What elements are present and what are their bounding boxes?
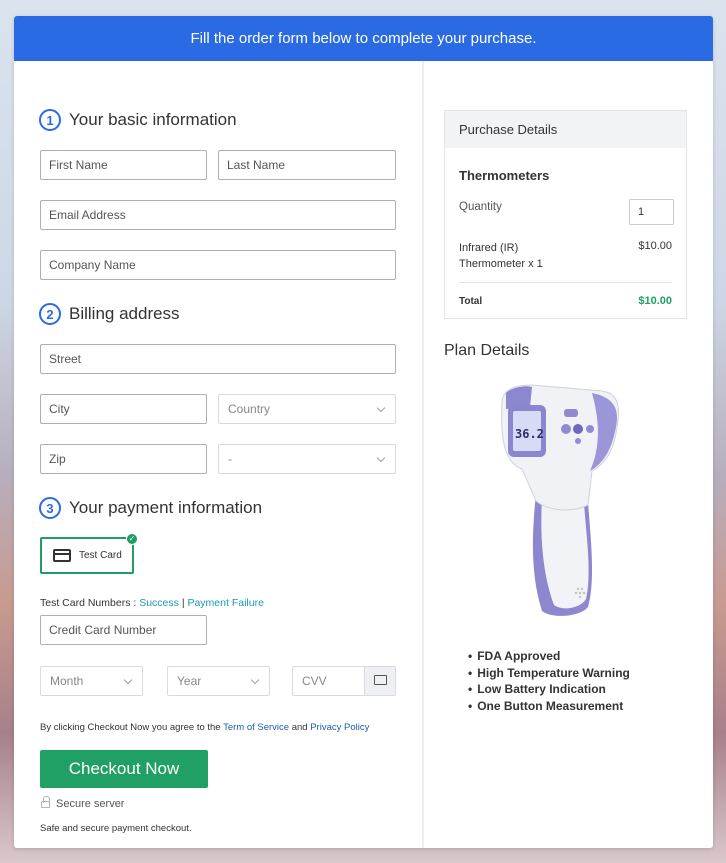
total-value: $10.00 bbox=[638, 295, 672, 307]
cvv-placeholder: CVV bbox=[302, 674, 327, 688]
top-banner: Fill the order form below to complete yo… bbox=[14, 16, 713, 61]
chevron-down-icon bbox=[376, 453, 386, 463]
checkout-card: Fill the order form below to complete yo… bbox=[14, 16, 713, 848]
total-divider bbox=[459, 282, 672, 283]
city-input[interactable]: City bbox=[40, 394, 207, 424]
street-input[interactable]: Street bbox=[40, 344, 396, 374]
test-numbers-label: Test Card Numbers : bbox=[40, 597, 137, 609]
plan-features-list: FDA Approved High Temperature Warning Lo… bbox=[468, 649, 630, 716]
success-link[interactable]: Success bbox=[139, 597, 179, 609]
card-icon bbox=[374, 675, 387, 685]
list-item: Low Battery Indication bbox=[468, 682, 630, 699]
last-name-input[interactable]: Last Name bbox=[218, 150, 396, 180]
terms-text: By clicking Checkout Now you agree to th… bbox=[40, 722, 369, 733]
email-input[interactable]: Email Address bbox=[40, 200, 396, 230]
list-item: High Temperature Warning bbox=[468, 666, 630, 683]
test-card-label: Test Card bbox=[79, 550, 122, 561]
chevron-down-icon bbox=[123, 675, 133, 685]
line-item-price: $10.00 bbox=[638, 240, 672, 252]
zip-input[interactable]: Zip bbox=[40, 444, 207, 474]
year-select-value: Year bbox=[177, 674, 202, 688]
terms-of-service-link[interactable]: Term of Service bbox=[223, 722, 289, 733]
safe-checkout-note: Safe and secure payment checkout. bbox=[40, 823, 192, 834]
line-item-line2: Thermometer x 1 bbox=[459, 258, 543, 270]
first-name-input[interactable]: First Name bbox=[40, 150, 207, 180]
cvv-input[interactable]: CVV bbox=[292, 666, 396, 696]
plan-details-title: Plan Details bbox=[444, 342, 530, 359]
section-title-basic: Your basic information bbox=[69, 110, 237, 129]
company-input[interactable]: Company Name bbox=[40, 250, 396, 280]
section-title-billing: Billing address bbox=[69, 304, 180, 323]
section-title-payment: Your payment information bbox=[69, 498, 263, 517]
step-number-1: 1 bbox=[39, 109, 61, 131]
card-number-input[interactable]: Credit Card Number bbox=[40, 615, 207, 645]
year-select[interactable]: Year bbox=[167, 666, 270, 696]
step-number-3: 3 bbox=[39, 497, 61, 519]
cvv-card-icon-box bbox=[364, 667, 395, 695]
section-basic-info: 1 Your basic information bbox=[39, 109, 237, 131]
checkmark-icon: ✓ bbox=[126, 533, 138, 545]
lock-icon bbox=[41, 796, 50, 808]
country-select-value: Country bbox=[228, 402, 271, 416]
state-select-value: - bbox=[228, 452, 232, 466]
checkout-now-button[interactable]: Checkout Now bbox=[40, 750, 208, 788]
month-select[interactable]: Month bbox=[40, 666, 143, 696]
country-select[interactable]: Country bbox=[218, 394, 396, 424]
privacy-policy-link[interactable]: Privacy Policy bbox=[310, 722, 369, 733]
purchase-details-box: Purchase Details Thermometers Quantity 1… bbox=[444, 110, 687, 319]
step-number-2: 2 bbox=[39, 303, 61, 325]
month-select-value: Month bbox=[50, 674, 84, 688]
test-card-option[interactable]: Test Card ✓ bbox=[40, 533, 138, 574]
quantity-input[interactable]: 1 bbox=[629, 199, 674, 225]
link-separator: | bbox=[181, 597, 185, 609]
purchase-details-header: Purchase Details bbox=[445, 111, 686, 148]
product-name: Thermometers bbox=[459, 168, 550, 183]
chevron-down-icon bbox=[250, 675, 260, 685]
state-select[interactable]: - bbox=[218, 444, 396, 474]
section-billing: 2 Billing address bbox=[39, 303, 180, 325]
credit-card-icon bbox=[53, 549, 71, 562]
line-item-line1: Infrared (IR) bbox=[459, 242, 519, 254]
secure-server-label: Secure server bbox=[56, 798, 125, 810]
chevron-down-icon bbox=[376, 403, 386, 413]
total-label: Total bbox=[459, 296, 483, 307]
display-reading: 36.2 bbox=[515, 427, 544, 441]
quantity-label: Quantity bbox=[459, 201, 502, 213]
terms-prefix: By clicking Checkout Now you agree to th… bbox=[40, 722, 221, 733]
column-divider bbox=[422, 61, 424, 848]
payment-failure-link[interactable]: Payment Failure bbox=[187, 597, 263, 609]
test-card-numbers: Test Card Numbers : Success | Payment Fa… bbox=[40, 597, 264, 609]
terms-and: and bbox=[291, 722, 308, 733]
thermometer-image: 36.2 bbox=[501, 384, 619, 616]
line-item-description: Infrared (IR) Thermometer x 1 bbox=[459, 240, 543, 272]
list-item: FDA Approved bbox=[468, 649, 630, 666]
section-payment: 3 Your payment information bbox=[39, 497, 262, 519]
list-item: One Button Measurement bbox=[468, 699, 630, 716]
